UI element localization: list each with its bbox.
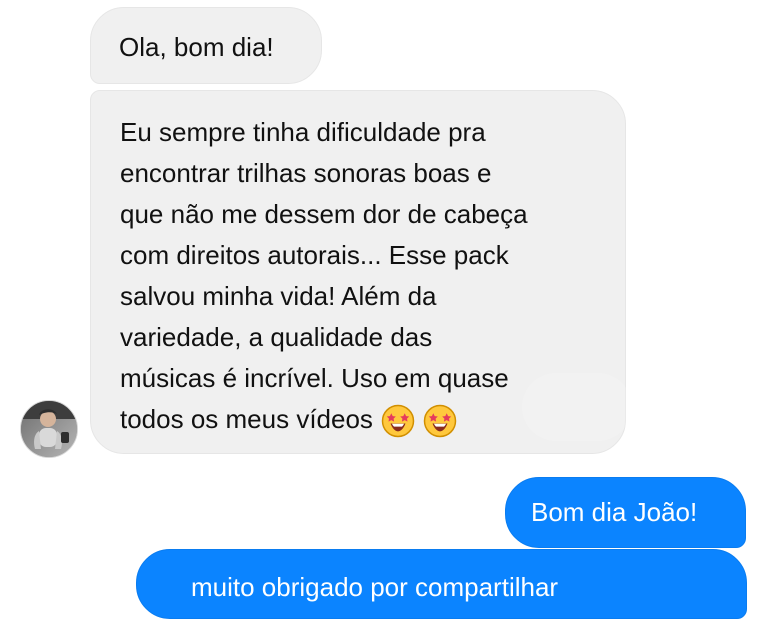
incoming-message-testimonial[interactable]: Eu sempre tinha dificuldade pra encontra…	[90, 90, 632, 454]
chat-thread: Ola, bom dia! Eu sempre tinha dificuldad…	[0, 0, 768, 619]
message-line-6: variedade, a qualidade das	[120, 322, 433, 352]
user-avatar[interactable]	[20, 400, 78, 458]
incoming-message-greeting[interactable]: Ola, bom dia!	[90, 7, 322, 84]
star-struck-emoji-icon	[423, 404, 457, 438]
message-line-3: que não me dessem dor de cabeça	[120, 199, 528, 229]
user-avatar-icon	[21, 401, 77, 457]
outgoing-message-followup[interactable]: muito obrigado por compartilhar	[136, 549, 747, 619]
outgoing-message-greeting[interactable]: Bom dia João!	[505, 477, 746, 548]
message-line-8-wrapper: todos os meus vídeos	[120, 399, 607, 440]
message-line-8: todos os meus vídeos	[120, 404, 373, 434]
message-line-5: salvou minha vida! Além da	[120, 281, 437, 311]
star-struck-emoji-icon	[381, 404, 415, 438]
outgoing-message-followup-text: muito obrigado por compartilhar	[191, 572, 559, 602]
message-line-1: Eu sempre tinha dificuldade pra	[120, 117, 486, 147]
incoming-message-greeting-text: Ola, bom dia!	[119, 32, 274, 62]
emoji-row	[381, 404, 457, 438]
message-line-7: músicas é incrível. Uso em quase	[120, 363, 509, 393]
message-line-2: encontrar trilhas sonoras boas e	[120, 158, 492, 188]
message-line-4: com direitos autorais... Esse pack	[120, 240, 509, 270]
outgoing-message-greeting-text: Bom dia João!	[531, 497, 698, 527]
